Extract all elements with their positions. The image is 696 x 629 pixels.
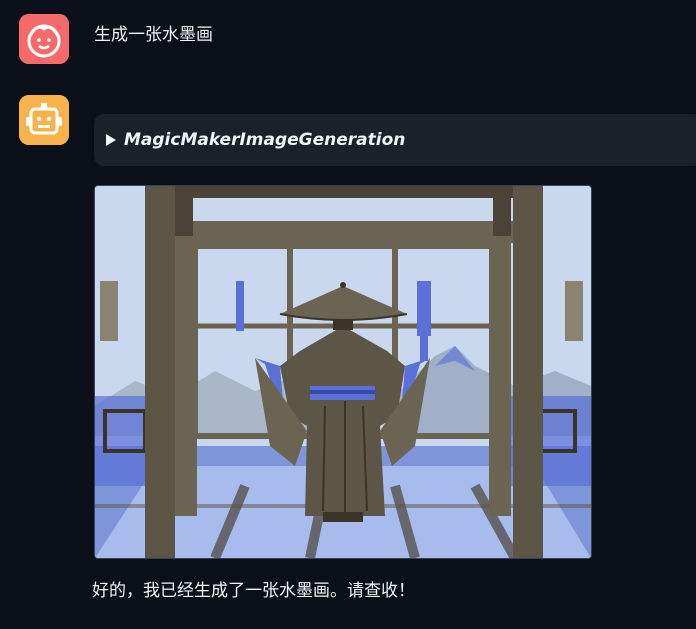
smiling-face-icon — [19, 14, 69, 64]
tool-call-name: MagicMakerImageGeneration — [124, 130, 406, 150]
bot-avatar — [19, 95, 69, 145]
bot-reply: 好的，我已经生成了一张水墨画。请查收！ — [92, 581, 415, 601]
robot-icon — [19, 95, 69, 145]
chat-page: 生成一张水墨画 MagicMakerImageGeneration 好的，我已经… — [0, 0, 696, 629]
expand-triangle-icon[interactable] — [106, 134, 116, 146]
user-avatar — [19, 14, 69, 64]
ink-painting-image — [95, 186, 591, 558]
tool-call-summary[interactable]: MagicMakerImageGeneration — [94, 114, 696, 166]
generated-image[interactable] — [94, 185, 592, 559]
user-message: 生成一张水墨画 — [94, 25, 213, 45]
